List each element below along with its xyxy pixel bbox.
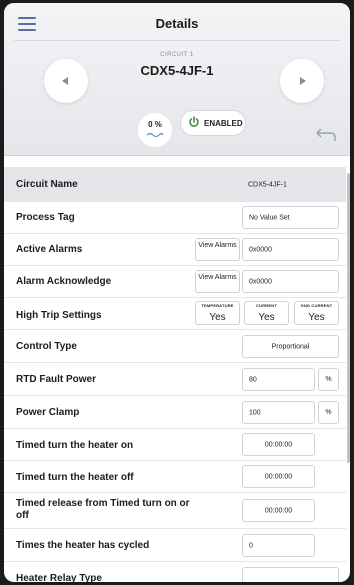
timed-turn-off-input[interactable]: 00:00:00 [242,465,315,488]
row-timed-turn-on: Timed turn the heater on 00:00:00 [4,429,346,461]
circuit-header: Details CIRCUIT 1 CDX5-4JF-1 0 % ENABLED [4,3,350,156]
circuit-name-value: CDX5-4JF-1 [248,181,287,189]
rtd-fault-power-input[interactable]: 80 [242,368,315,391]
current-caption: CURRENT [256,303,277,308]
output-percent-label: 0 % [148,120,162,129]
timed-turn-on-input[interactable]: 00:00:00 [242,433,315,456]
rtd-fault-power-unit: % [318,368,339,391]
row-high-trip-settings: High Trip Settings TEMPERATURE Yes CURRE… [4,298,346,330]
page-title: Details [155,16,199,31]
times-cycled-value: 0 [242,534,315,557]
rtd-fault-power-label: RTD Fault Power [16,374,97,385]
current-value: Yes [258,312,275,323]
alarm-acknowledge-value: 0x0000 [242,270,339,293]
timed-release-input[interactable]: 00:00:00 [242,499,315,522]
row-active-alarms: Active Alarms View Alarms 0x0000 [4,234,346,266]
heater-relay-type-select[interactable] [242,567,339,582]
next-circuit-button[interactable] [280,59,324,103]
timed-release-label: Timed release from Timed turn on or off [16,498,190,521]
chevron-left-icon [62,77,68,85]
row-circuit-name: Circuit Name CDX5-4JF-1 [4,167,346,202]
high-trip-gnd-current-toggle[interactable]: GND CURRENT Yes [294,301,339,325]
active-alarms-value: 0x0000 [242,238,339,261]
temperature-value: Yes [209,312,226,323]
row-rtd-fault-power: RTD Fault Power 80 % [4,363,346,396]
temperature-caption: TEMPERATURE [201,303,234,308]
high-trip-settings-label: High Trip Settings [16,310,102,321]
heater-relay-type-label: Heater Relay Type [16,573,102,582]
active-alarms-label: Active Alarms [16,244,83,255]
gnd-current-caption: GND CURRENT [300,303,333,308]
high-trip-current-toggle[interactable]: CURRENT Yes [244,301,289,325]
power-clamp-unit: % [318,401,339,424]
heat-wave-icon [146,132,164,138]
circuit-name-label: Circuit Name [16,179,78,190]
gnd-current-value: Yes [308,312,325,323]
view-active-alarms-button[interactable]: View Alarms [195,238,240,261]
high-trip-temperature-toggle[interactable]: TEMPERATURE Yes [195,301,240,325]
row-times-cycled: Times the heater has cycled 0 [4,529,346,562]
row-power-clamp: Power Clamp 100 % [4,396,346,429]
header-divider [14,40,340,41]
row-alarm-acknowledge: Alarm Acknowledge View Alarms 0x0000 [4,266,346,298]
power-clamp-input[interactable]: 100 [242,401,315,424]
previous-circuit-button[interactable] [44,59,88,103]
times-cycled-label: Times the heater has cycled [16,540,150,551]
circuit-number-label: CIRCUIT 1 [160,52,194,58]
power-clamp-label: Power Clamp [16,407,80,418]
row-control-type: Control Type Proportional [4,330,346,363]
control-type-select[interactable]: Proportional [242,335,339,358]
undo-back-icon[interactable] [313,129,337,143]
row-process-tag: Process Tag No Value Set [4,202,346,234]
vertical-scrollbar[interactable] [347,173,350,463]
output-percent-indicator: 0 % [138,113,172,147]
process-tag-input[interactable]: No Value Set [242,206,339,229]
timed-turn-off-label: Timed turn the heater off [16,472,134,483]
device-screen: Details CIRCUIT 1 CDX5-4JF-1 0 % ENABLED… [4,3,350,582]
enabled-toggle-button[interactable]: ENABLED [180,110,246,136]
enabled-label: ENABLED [204,119,243,128]
power-icon [189,116,199,127]
timed-turn-on-label: Timed turn the heater on [16,440,134,451]
chevron-right-icon [300,77,306,85]
row-timed-release: Timed release from Timed turn on or off … [4,493,346,529]
row-timed-turn-off: Timed turn the heater off 00:00:00 [4,461,346,493]
row-heater-relay-type: Heater Relay Type [4,562,346,582]
view-acknowledge-alarms-button[interactable]: View Alarms [195,270,240,293]
process-tag-label: Process Tag [16,212,75,223]
alarm-acknowledge-label: Alarm Acknowledge [16,276,112,287]
control-type-label: Control Type [16,341,77,352]
